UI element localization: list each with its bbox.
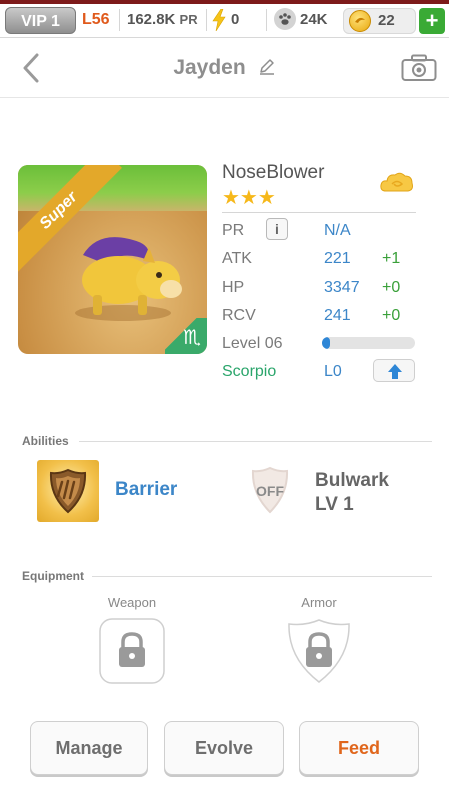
scorpio-icon: ♏ <box>183 327 201 349</box>
rcv-value: 241 <box>324 307 351 324</box>
cloud-element-icon <box>380 172 413 192</box>
status-bar-accent <box>0 0 449 4</box>
arrow-up-icon <box>388 364 402 379</box>
atk-value: 221 <box>324 250 351 267</box>
ability-state-text: OFF <box>256 483 284 499</box>
pr-info-button[interactable]: i <box>266 218 288 240</box>
pet-name: NoseBlower <box>222 162 325 183</box>
rcv-bonus: +0 <box>382 307 401 324</box>
armor-slot[interactable] <box>286 618 352 684</box>
rcv-label: RCV <box>222 307 256 324</box>
paw-icon <box>274 8 296 30</box>
level-progress-bar <box>322 337 415 349</box>
zodiac-level: L0 <box>324 363 342 380</box>
vip-badge[interactable]: VIP 1 <box>5 7 76 34</box>
hp-value: 3347 <box>324 279 360 296</box>
pr-label: PR <box>222 222 245 239</box>
pet-portrait[interactable]: Super ♏ <box>18 165 207 354</box>
abilities-section-title: Abilities <box>22 434 69 448</box>
feed-button[interactable]: Feed <box>299 721 419 775</box>
armor-label: Armor <box>301 595 337 610</box>
player-power-rating: 162.8K PR <box>127 11 198 28</box>
food-count: 24K <box>300 11 328 28</box>
hp-bonus: +0 <box>382 279 401 296</box>
star-rating: ★★★ <box>222 187 276 209</box>
manage-button[interactable]: Manage <box>30 721 148 775</box>
pr-value: N/A <box>324 222 351 239</box>
divider <box>119 9 120 31</box>
barrier-ability-icon[interactable] <box>37 460 99 522</box>
power-rating-value: 162.8K <box>127 11 176 28</box>
zodiac-upgrade-button[interactable] <box>373 359 415 382</box>
equipment-section-title: Equipment <box>22 569 84 583</box>
energy-icon <box>212 9 226 31</box>
add-coins-button[interactable]: + <box>419 8 445 34</box>
primary-ability-name[interactable]: Barrier <box>115 479 177 501</box>
status-bar: VIP 1 L56 162.8K PR 0 24K 22 + <box>0 0 449 38</box>
camera-icon[interactable] <box>401 54 437 82</box>
energy-count: 0 <box>231 11 240 28</box>
divider <box>266 9 267 31</box>
shield-icon <box>49 468 87 514</box>
pet-creature-image <box>75 237 182 321</box>
divider <box>222 212 416 213</box>
divider <box>92 576 432 577</box>
atk-label: ATK <box>222 250 252 267</box>
level-label: Level 06 <box>222 335 283 352</box>
atk-bonus: +1 <box>382 250 401 267</box>
zodiac-corner: ♏ <box>165 318 207 354</box>
weapon-label: Weapon <box>107 595 157 610</box>
edit-name-icon[interactable] <box>258 57 276 75</box>
level-progress-fill <box>322 337 330 349</box>
evolve-button[interactable]: Evolve <box>164 721 284 775</box>
player-level: L56 <box>82 11 110 28</box>
secondary-ability-name: Bulwark <box>315 470 389 491</box>
locked-ability-icon[interactable]: OFF <box>240 460 300 520</box>
zodiac-label: Scorpio <box>222 363 277 380</box>
hp-label: HP <box>222 279 245 296</box>
divider <box>206 9 207 31</box>
weapon-slot[interactable] <box>99 618 165 684</box>
power-rating-unit: PR <box>179 12 198 27</box>
pet-owner-name: Jayden <box>173 56 246 79</box>
nav-bar: Jayden <box>0 38 449 98</box>
divider <box>79 441 432 442</box>
coin-count: 22 <box>378 12 395 29</box>
coin-icon <box>349 10 371 32</box>
page-title: Jayden <box>0 56 449 80</box>
secondary-ability-level: LV 1 <box>315 494 354 515</box>
